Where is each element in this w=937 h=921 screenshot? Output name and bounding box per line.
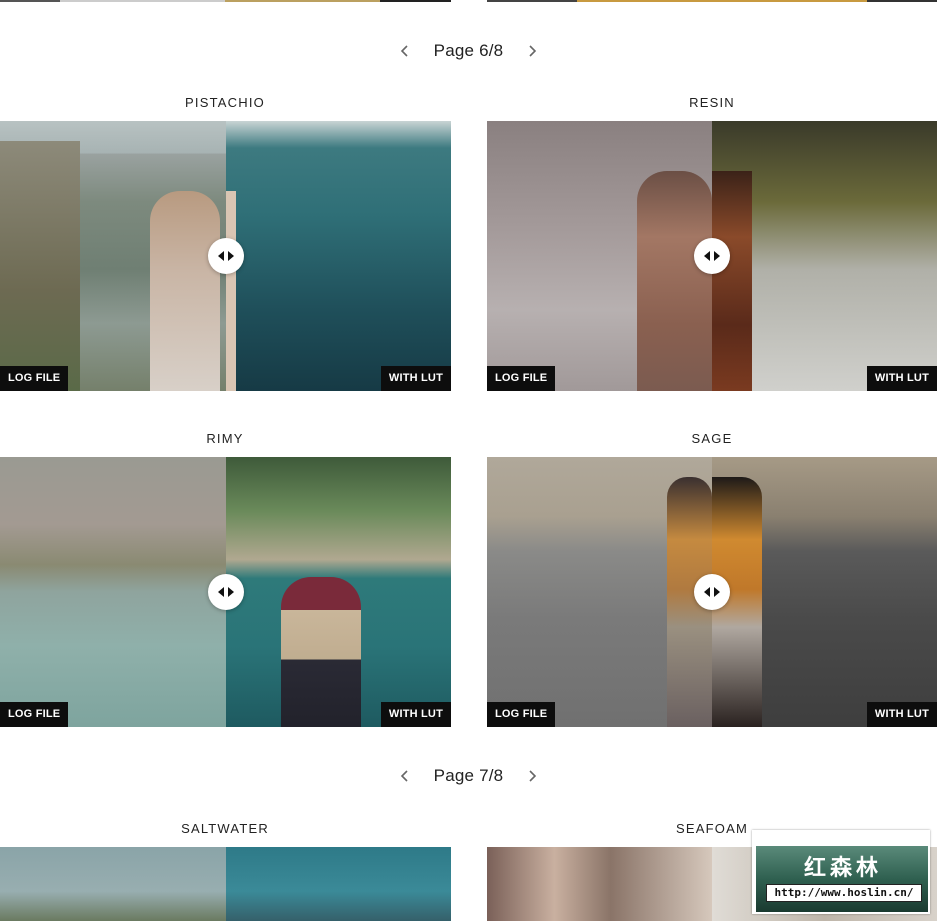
page-indicator: Page 6/8 <box>433 41 504 60</box>
with-lut-label: WITH LUT <box>866 366 937 391</box>
with-lut-image <box>225 847 451 921</box>
before-after-comparison[interactable] <box>0 847 451 921</box>
previous-image-right-edge <box>487 0 937 2</box>
log-file-image <box>487 457 712 727</box>
lut-title: PISTACHIO <box>185 95 265 110</box>
chevron-left-icon[interactable] <box>398 769 412 783</box>
lut-title: RIMY <box>206 431 244 446</box>
log-file-label: LOG FILE <box>0 366 69 391</box>
log-file-image <box>487 847 712 921</box>
previous-image-left-edge <box>0 0 451 2</box>
with-lut-label: WITH LUT <box>380 702 451 727</box>
log-file-label: LOG FILE <box>0 702 69 727</box>
watermark-title: 红森林 <box>803 856 882 881</box>
pagination: Page 6/8 <box>0 36 937 66</box>
log-file-image <box>0 121 226 391</box>
with-lut-image <box>225 457 451 727</box>
comparison-slider-handle[interactable] <box>207 238 244 274</box>
chevron-right-icon[interactable] <box>525 769 539 783</box>
page-indicator: Page 7/8 <box>433 766 504 785</box>
before-after-comparison[interactable]: LOG FILE WITH LUT <box>487 457 937 727</box>
with-lut-label: WITH LUT <box>380 366 451 391</box>
with-lut-image <box>225 121 451 391</box>
watermark-url: http://www.hoslin.cn/ <box>766 884 922 902</box>
before-after-comparison[interactable]: LOG FILE WITH LUT <box>0 457 451 727</box>
lut-title: SALTWATER <box>181 821 269 836</box>
comparison-slider-handle[interactable] <box>207 574 244 610</box>
log-file-image <box>487 121 712 391</box>
with-lut-image <box>712 457 937 727</box>
pagination: Page 7/8 <box>0 761 937 791</box>
watermark-logo: 红森林 http://www.hoslin.cn/ <box>752 830 930 914</box>
chevron-left-icon[interactable] <box>398 44 412 58</box>
with-lut-label: WITH LUT <box>866 702 937 727</box>
before-after-comparison[interactable]: LOG FILE WITH LUT <box>0 121 451 391</box>
log-file-image <box>0 457 226 727</box>
with-lut-image <box>712 121 937 391</box>
before-after-comparison[interactable]: LOG FILE WITH LUT <box>487 121 937 391</box>
comparison-slider-handle[interactable] <box>694 238 730 274</box>
lut-title: SAGE <box>691 431 733 446</box>
log-file-label: LOG FILE <box>487 702 556 727</box>
lut-title: RESIN <box>689 95 735 110</box>
log-file-label: LOG FILE <box>487 366 556 391</box>
comparison-slider-handle[interactable] <box>694 574 730 610</box>
chevron-right-icon[interactable] <box>525 44 539 58</box>
log-file-image <box>0 847 226 921</box>
